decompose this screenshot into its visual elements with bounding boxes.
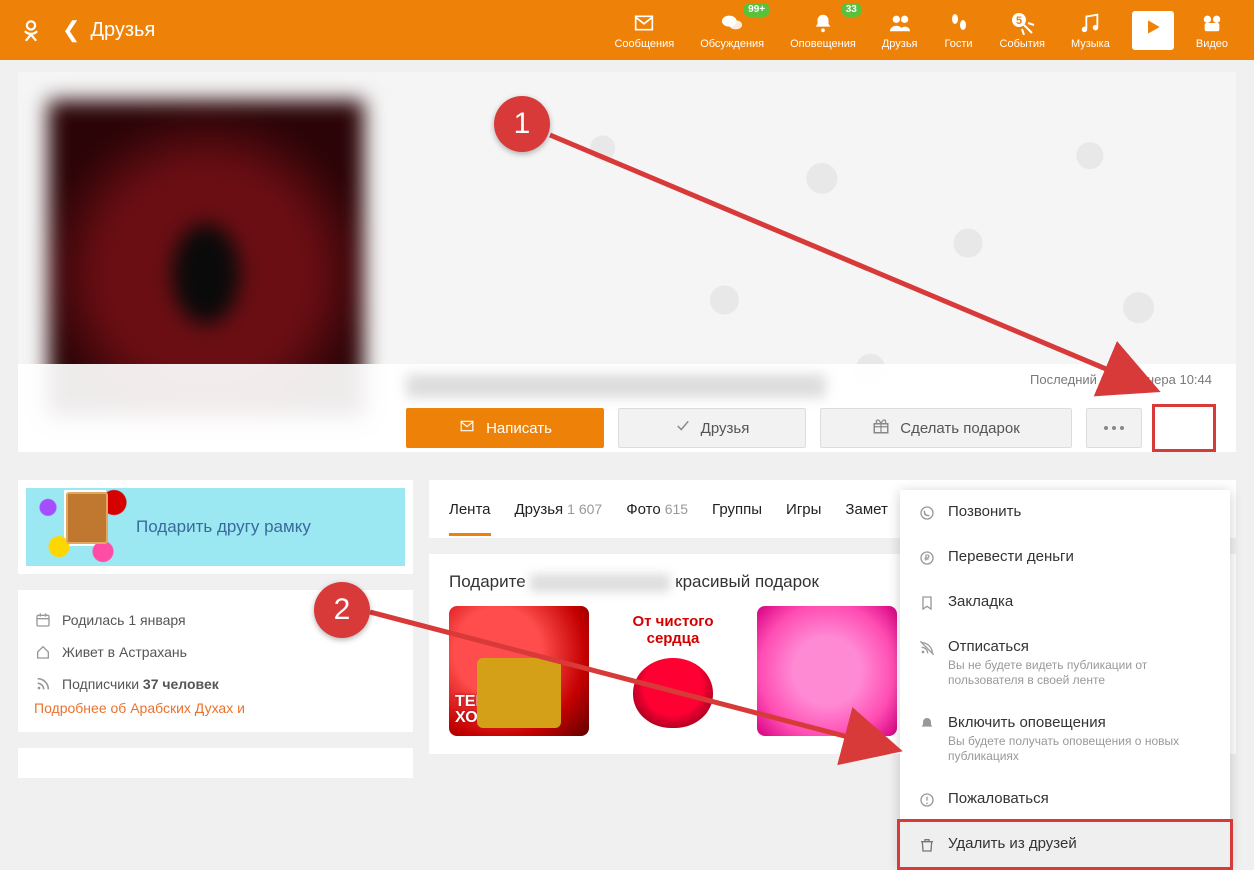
chat-bubbles-icon [717, 11, 747, 35]
people-icon [885, 11, 915, 35]
calendar-icon [34, 611, 52, 629]
gift-item-1[interactable]: ТЕБЕ, МОЯ ХОРОШАЯ! [449, 606, 589, 736]
make-gift-button[interactable]: Сделать подарок [820, 408, 1072, 448]
menu-send-money[interactable]: ₽ Перевести деньги [900, 535, 1230, 580]
nav-music[interactable]: Музыка [1071, 11, 1110, 50]
write-message-button[interactable]: Написать [406, 408, 604, 448]
envelope-icon [458, 419, 476, 437]
last-visit-label: Последний визит: вчера 10:44 [1030, 372, 1212, 387]
menu-remove-friend[interactable]: Удалить из друзей [897, 819, 1233, 870]
ruble-icon: ₽ [918, 549, 936, 567]
nav-discussions[interactable]: 99+ Обсуждения [700, 11, 764, 50]
menu-call[interactable]: Позвонить [900, 490, 1230, 535]
gift-frame-promo-card: Подарить другу рамку [18, 480, 413, 574]
footprints-icon [944, 11, 974, 35]
badge: 33 [841, 3, 862, 17]
phone-icon [918, 504, 936, 522]
bell-icon [918, 715, 936, 733]
play-icon [1138, 15, 1168, 39]
tab-games[interactable]: Игры [786, 483, 821, 536]
empty-card [18, 748, 413, 778]
more-about-link[interactable]: Подробнее об Арабских Духах и [34, 700, 245, 716]
menu-unfollow[interactable]: ОтписатьсяВы не будете видеть публикации… [900, 625, 1230, 701]
rss-icon [34, 675, 52, 693]
gift-frame-banner[interactable]: Подарить другу рамку [26, 488, 405, 566]
music-note-icon [1075, 11, 1105, 35]
ok-logo-icon[interactable] [18, 17, 44, 43]
house-icon [34, 643, 52, 661]
menu-enable-notifications[interactable]: Включить оповещенияВы будете получать оп… [900, 701, 1230, 777]
trash-icon [918, 836, 936, 854]
tab-groups[interactable]: Группы [712, 483, 762, 536]
friends-status-button[interactable]: Друзья [618, 408, 806, 448]
profile-cover: Последний визит: вчера 10:44 Написать Др… [18, 72, 1236, 452]
bell-icon [808, 11, 838, 35]
back-label: Друзья [90, 19, 155, 42]
nav-video[interactable]: Видео [1196, 11, 1228, 50]
bookmark-icon [918, 594, 936, 612]
profile-username [406, 374, 826, 398]
warning-icon [918, 791, 936, 809]
more-actions-menu: Позвонить ₽ Перевести деньги Закладка От… [900, 490, 1230, 867]
annotation-circle-1: 1 [494, 96, 550, 152]
menu-bookmark[interactable]: Закладка [900, 580, 1230, 625]
info-location: Живет в Астрахань [34, 636, 397, 668]
svg-text:5: 5 [1016, 15, 1022, 27]
info-subscribers: Подписчики 37 человек [34, 668, 397, 700]
frame-decoration-icon [26, 478, 136, 576]
tab-friends[interactable]: Друзья1 607 [515, 483, 603, 536]
nav-items: Сообщения 99+ Обсуждения 33 Оповещения Д… [614, 11, 1236, 50]
check-icon [675, 419, 691, 437]
star-burst-icon: 5 [1007, 11, 1037, 35]
badge: 99+ [743, 3, 770, 17]
back-button[interactable]: ❮ Друзья [62, 17, 155, 43]
ellipsis-icon [1104, 426, 1124, 430]
nav-messages[interactable]: Сообщения [614, 11, 674, 50]
nav-player[interactable] [1132, 11, 1174, 50]
video-camera-icon [1197, 11, 1227, 35]
nav-friends[interactable]: Друзья [882, 11, 918, 50]
more-actions-button[interactable] [1086, 408, 1142, 448]
envelope-icon [629, 11, 659, 35]
tab-notes[interactable]: Замет [845, 483, 887, 536]
gift-icon [872, 417, 890, 439]
nav-notifications[interactable]: 33 Оповещения [790, 11, 856, 50]
gift-frame-link[interactable]: Подарить другу рамку [136, 517, 311, 537]
gift-item-3[interactable] [757, 606, 897, 736]
gift-item-2[interactable]: От чистого сердца [603, 606, 743, 736]
nav-guests[interactable]: Гости [944, 11, 974, 50]
nav-events[interactable]: 5 События [1000, 11, 1045, 50]
rss-off-icon [918, 639, 936, 657]
chevron-left-icon: ❮ [62, 17, 80, 43]
profile-header-strip: Последний визит: вчера 10:44 Написать Др… [18, 364, 1236, 452]
top-nav: ❮ Друзья Сообщения 99+ Обсуждения 33 Опо… [0, 0, 1254, 60]
annotation-circle-2: 2 [314, 582, 370, 638]
svg-text:₽: ₽ [924, 554, 929, 563]
tab-feed[interactable]: Лента [449, 483, 491, 536]
tab-photos[interactable]: Фото615 [626, 483, 688, 536]
